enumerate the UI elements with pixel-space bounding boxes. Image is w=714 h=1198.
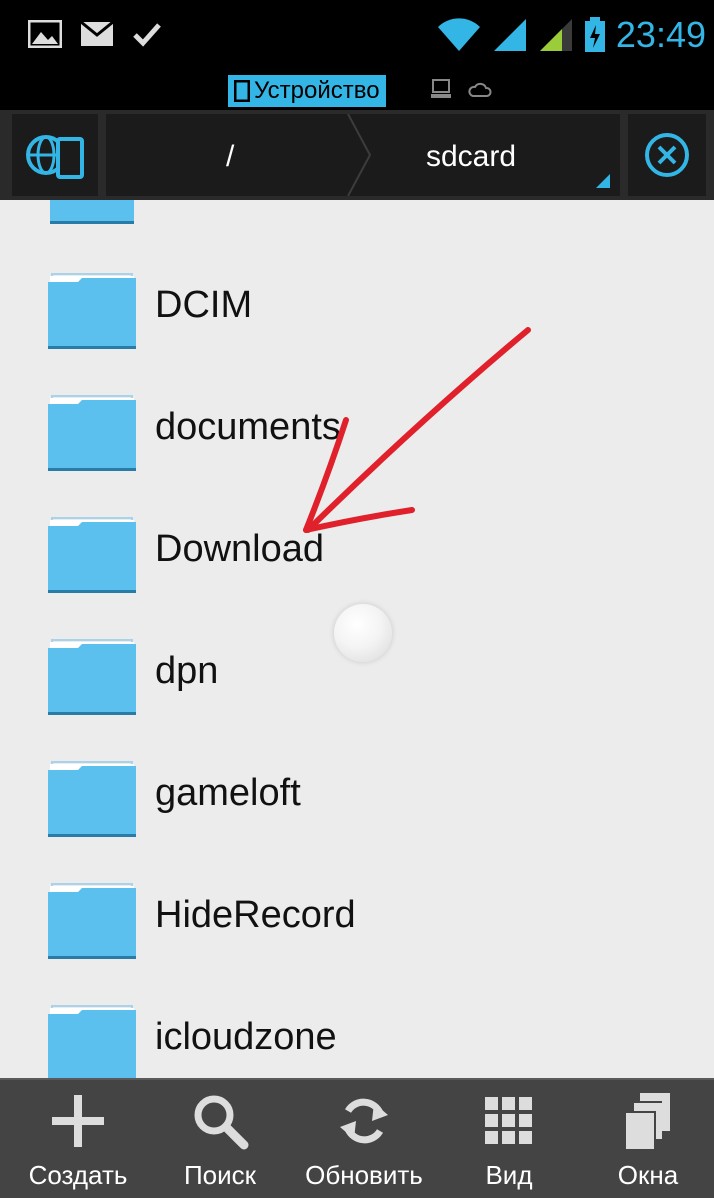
- windows-icon: [624, 1093, 670, 1149]
- windows-label: Окна: [617, 1160, 679, 1190]
- grid-view-icon: [485, 1097, 532, 1144]
- clock: 23:49: [615, 14, 706, 55]
- phone-icon: [234, 80, 250, 102]
- close-path-button[interactable]: [628, 114, 706, 196]
- storage-switch-button[interactable]: [12, 114, 98, 196]
- network-icon[interactable]: [430, 78, 452, 100]
- check-icon: [133, 23, 161, 47]
- signal-icon: [493, 19, 526, 51]
- device-tab[interactable]: Устройство: [228, 75, 386, 107]
- breadcrumb-current[interactable]: sdcard: [426, 140, 516, 174]
- image-icon: [28, 20, 62, 48]
- create-button[interactable]: Создать: [20, 1080, 136, 1198]
- breadcrumb-separator: [347, 114, 372, 196]
- refresh-icon: [340, 1098, 388, 1144]
- loading-spinner-icon: [334, 604, 392, 662]
- folder-icon: [48, 1005, 136, 1078]
- list-item[interactable]: Download: [0, 492, 714, 614]
- list-item[interactable]: gameloft: [0, 736, 714, 858]
- folder-name: gameloft: [155, 772, 301, 814]
- close-circle-icon: [645, 133, 689, 177]
- folder-icon: [48, 395, 136, 471]
- breadcrumb-root[interactable]: /: [226, 140, 234, 174]
- bottom-toolbar: Создать Поиск Обновить Вид Окна: [0, 1078, 714, 1198]
- status-bar: 23:49: [0, 0, 714, 72]
- globe-device-icon: [26, 135, 84, 179]
- windows-button[interactable]: Окна: [598, 1080, 698, 1198]
- folder-name: HideRecord: [155, 894, 356, 936]
- refresh-button[interactable]: Обновить: [296, 1080, 432, 1198]
- dropdown-indicator-icon[interactable]: [596, 174, 610, 188]
- search-icon: [194, 1095, 249, 1150]
- view-button[interactable]: Вид: [462, 1080, 556, 1198]
- folder-name: icloudzone: [155, 1016, 337, 1058]
- refresh-label: Обновить: [305, 1160, 423, 1190]
- plus-icon: [52, 1095, 104, 1147]
- create-label: Создать: [28, 1160, 128, 1190]
- device-label: Устройство: [254, 77, 380, 104]
- folder-icon: [48, 883, 136, 959]
- wifi-icon: [437, 18, 480, 51]
- folder-icon: [50, 200, 134, 224]
- folder-icon: [48, 761, 136, 837]
- search-button[interactable]: Поиск: [168, 1080, 272, 1198]
- navigation-bar: / sdcard: [0, 110, 714, 200]
- folder-icon: [48, 517, 136, 593]
- list-item[interactable]: documents: [0, 370, 714, 492]
- signal-icon-2: [539, 19, 572, 51]
- list-item[interactable]: DCIM: [0, 248, 714, 370]
- search-label: Поиск: [183, 1160, 257, 1190]
- folder-name: documents: [155, 406, 341, 448]
- mail-icon: [80, 21, 114, 46]
- battery-charging-icon: [584, 17, 605, 52]
- folder-name: Download: [155, 528, 324, 570]
- folder-name: DCIM: [155, 284, 253, 326]
- list-item[interactable]: icloudzone: [0, 980, 714, 1078]
- list-item[interactable]: HideRecord: [0, 858, 714, 980]
- location-bar: Устройство: [0, 72, 714, 110]
- view-label: Вид: [485, 1160, 533, 1190]
- folder-icon: [48, 273, 136, 349]
- breadcrumb: / sdcard: [106, 114, 620, 196]
- folder-icon: [48, 639, 136, 715]
- cloud-icon[interactable]: [468, 78, 492, 100]
- folder-name: dpn: [155, 650, 219, 692]
